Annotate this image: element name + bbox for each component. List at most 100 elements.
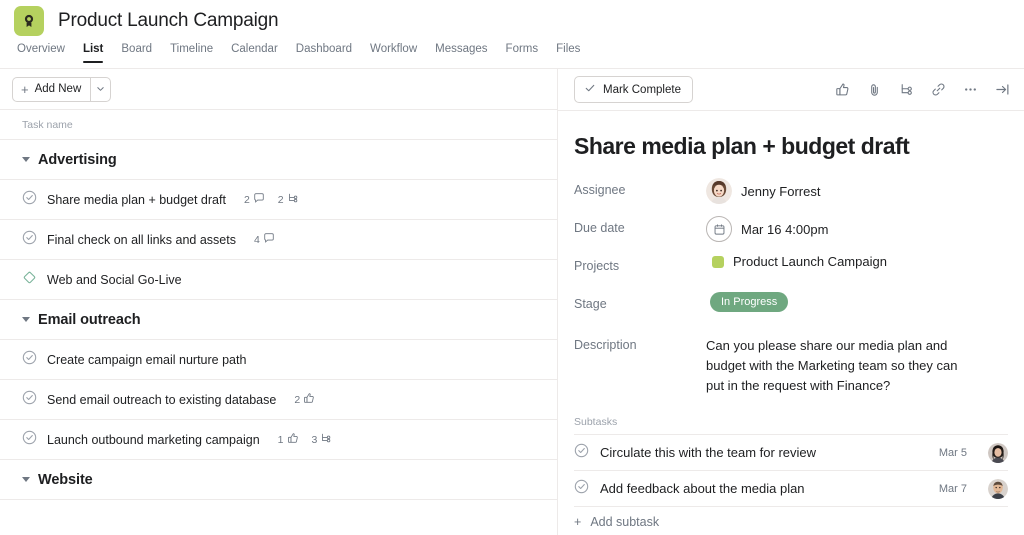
task-name: Web and Social Go-Live: [47, 273, 182, 287]
avatar[interactable]: [988, 443, 1008, 463]
field-value-due-date[interactable]: Mar 16 4:00pm: [706, 216, 1008, 242]
task-meta: 2: [294, 392, 315, 407]
task-name: Final check on all links and assets: [47, 233, 236, 247]
task-rows: Advertising Share media plan + budget dr…: [0, 140, 557, 535]
circle-check-icon[interactable]: [22, 230, 37, 250]
tab-overview[interactable]: Overview: [8, 42, 74, 64]
task-detail-panel: Mark Complete: [558, 69, 1024, 535]
comment-icon: [253, 192, 265, 207]
circle-check-icon[interactable]: [22, 350, 37, 370]
tab-files[interactable]: Files: [547, 42, 589, 64]
mark-complete-button[interactable]: Mark Complete: [574, 76, 693, 103]
task-row[interactable]: Share media plan + budget draft 2 2: [0, 180, 557, 220]
like-count-value: 2: [294, 394, 300, 406]
paperclip-icon[interactable]: [867, 82, 882, 97]
subtask-name: Circulate this with the team for review: [600, 445, 816, 460]
field-projects: Projects Product Launch Campaign: [574, 254, 1008, 292]
collapse-right-icon[interactable]: [995, 82, 1010, 97]
thumbs-up-icon[interactable]: [835, 82, 850, 97]
task-row[interactable]: Launch outbound marketing campaign 1: [0, 420, 557, 460]
list-toolbar: + Add New: [0, 69, 557, 110]
circle-check-icon[interactable]: [22, 390, 37, 410]
section-header-advertising[interactable]: Advertising: [0, 140, 557, 180]
project-tabbar: Overview List Board Timeline Calendar Da…: [0, 42, 1024, 69]
field-value-stage[interactable]: In Progress: [706, 292, 1008, 312]
due-date-value: Mar 16 4:00pm: [741, 222, 828, 237]
project-name: Product Launch Campaign: [733, 254, 887, 269]
field-value-projects[interactable]: Product Launch Campaign: [706, 254, 1008, 269]
subtask-icon[interactable]: [899, 82, 914, 97]
field-value-assignee[interactable]: Jenny Forrest: [706, 178, 1008, 204]
column-header-task-name: Task name: [22, 119, 73, 131]
section-header-website[interactable]: Website: [0, 460, 557, 500]
subtask-count-value: 3: [312, 434, 318, 446]
tab-list[interactable]: List: [74, 42, 112, 64]
task-meta: 1 3: [278, 432, 333, 447]
task-row[interactable]: Final check on all links and assets 4: [0, 220, 557, 260]
tab-calendar[interactable]: Calendar: [222, 42, 287, 64]
subtask-row[interactable]: Circulate this with the team for review …: [574, 434, 1008, 470]
field-stage: Stage In Progress: [574, 292, 1008, 330]
add-new-button[interactable]: + Add New: [12, 77, 90, 102]
column-header-row: Task name: [0, 110, 557, 140]
circle-check-icon[interactable]: [574, 479, 589, 499]
comment-count-value: 2: [244, 194, 250, 206]
subtask-count: 3: [312, 432, 333, 447]
subtask-due-date[interactable]: Mar 7: [939, 483, 967, 495]
assignee-name: Jenny Forrest: [741, 184, 820, 199]
check-icon: [584, 82, 596, 97]
plus-icon: +: [574, 515, 581, 529]
task-row[interactable]: Web and Social Go-Live: [0, 260, 557, 300]
task-detail-actions: [835, 82, 1010, 97]
ellipsis-icon[interactable]: [963, 82, 978, 97]
field-label-stage: Stage: [574, 292, 706, 311]
subtasks-section-label: Subtasks: [574, 416, 1008, 428]
chevron-down-icon: [96, 80, 105, 98]
comment-count: 4: [254, 232, 275, 247]
milestone-diamond-icon[interactable]: [22, 270, 37, 290]
project-color-swatch-icon: [712, 256, 724, 268]
task-row[interactable]: Create campaign email nurture path: [0, 340, 557, 380]
task-name: Send email outreach to existing database: [47, 393, 276, 407]
section-header-email-outreach[interactable]: Email outreach: [0, 300, 557, 340]
task-meta: 4: [254, 232, 275, 247]
main-body: + Add New Task name: [0, 69, 1024, 535]
tab-forms[interactable]: Forms: [497, 42, 548, 64]
subtask-row[interactable]: Add feedback about the media plan Mar 7: [574, 470, 1008, 506]
comment-icon: [263, 232, 275, 247]
chevron-down-icon[interactable]: [22, 157, 30, 162]
tab-board[interactable]: Board: [112, 42, 161, 64]
task-name: Share media plan + budget draft: [47, 193, 226, 207]
tab-messages[interactable]: Messages: [426, 42, 496, 64]
field-label-due-date: Due date: [574, 216, 706, 235]
tab-timeline[interactable]: Timeline: [161, 42, 222, 64]
add-new-label: Add New: [35, 83, 82, 95]
avatar[interactable]: [988, 479, 1008, 499]
link-icon[interactable]: [931, 82, 946, 97]
plus-icon: +: [21, 83, 29, 96]
thumbs-up-icon: [303, 392, 315, 407]
section-name: Advertising: [38, 152, 117, 168]
project-header: Product Launch Campaign: [0, 0, 1024, 42]
description-text[interactable]: Can you please share our media plan and …: [706, 336, 974, 396]
like-count: 1: [278, 432, 299, 447]
subtask-due-date[interactable]: Mar 5: [939, 447, 967, 459]
tab-workflow[interactable]: Workflow: [361, 42, 426, 64]
task-row[interactable]: Send email outreach to existing database…: [0, 380, 557, 420]
add-subtask-label: Add subtask: [590, 515, 659, 529]
avatar: [706, 178, 732, 204]
add-subtask-button[interactable]: + Add subtask: [574, 506, 1008, 535]
circle-check-icon[interactable]: [22, 190, 37, 210]
subtask-count-value: 2: [278, 194, 284, 206]
add-new-dropdown-button[interactable]: [90, 77, 111, 102]
circle-check-icon[interactable]: [22, 430, 37, 450]
task-meta: 2 2: [244, 192, 299, 207]
tab-dashboard[interactable]: Dashboard: [287, 42, 361, 64]
chevron-down-icon[interactable]: [22, 477, 30, 482]
subtask-icon: [287, 192, 299, 207]
status-badge: In Progress: [710, 292, 788, 312]
chevron-down-icon[interactable]: [22, 317, 30, 322]
add-new-split-button: + Add New: [12, 77, 111, 102]
task-name: Create campaign email nurture path: [47, 353, 246, 367]
circle-check-icon[interactable]: [574, 443, 589, 463]
